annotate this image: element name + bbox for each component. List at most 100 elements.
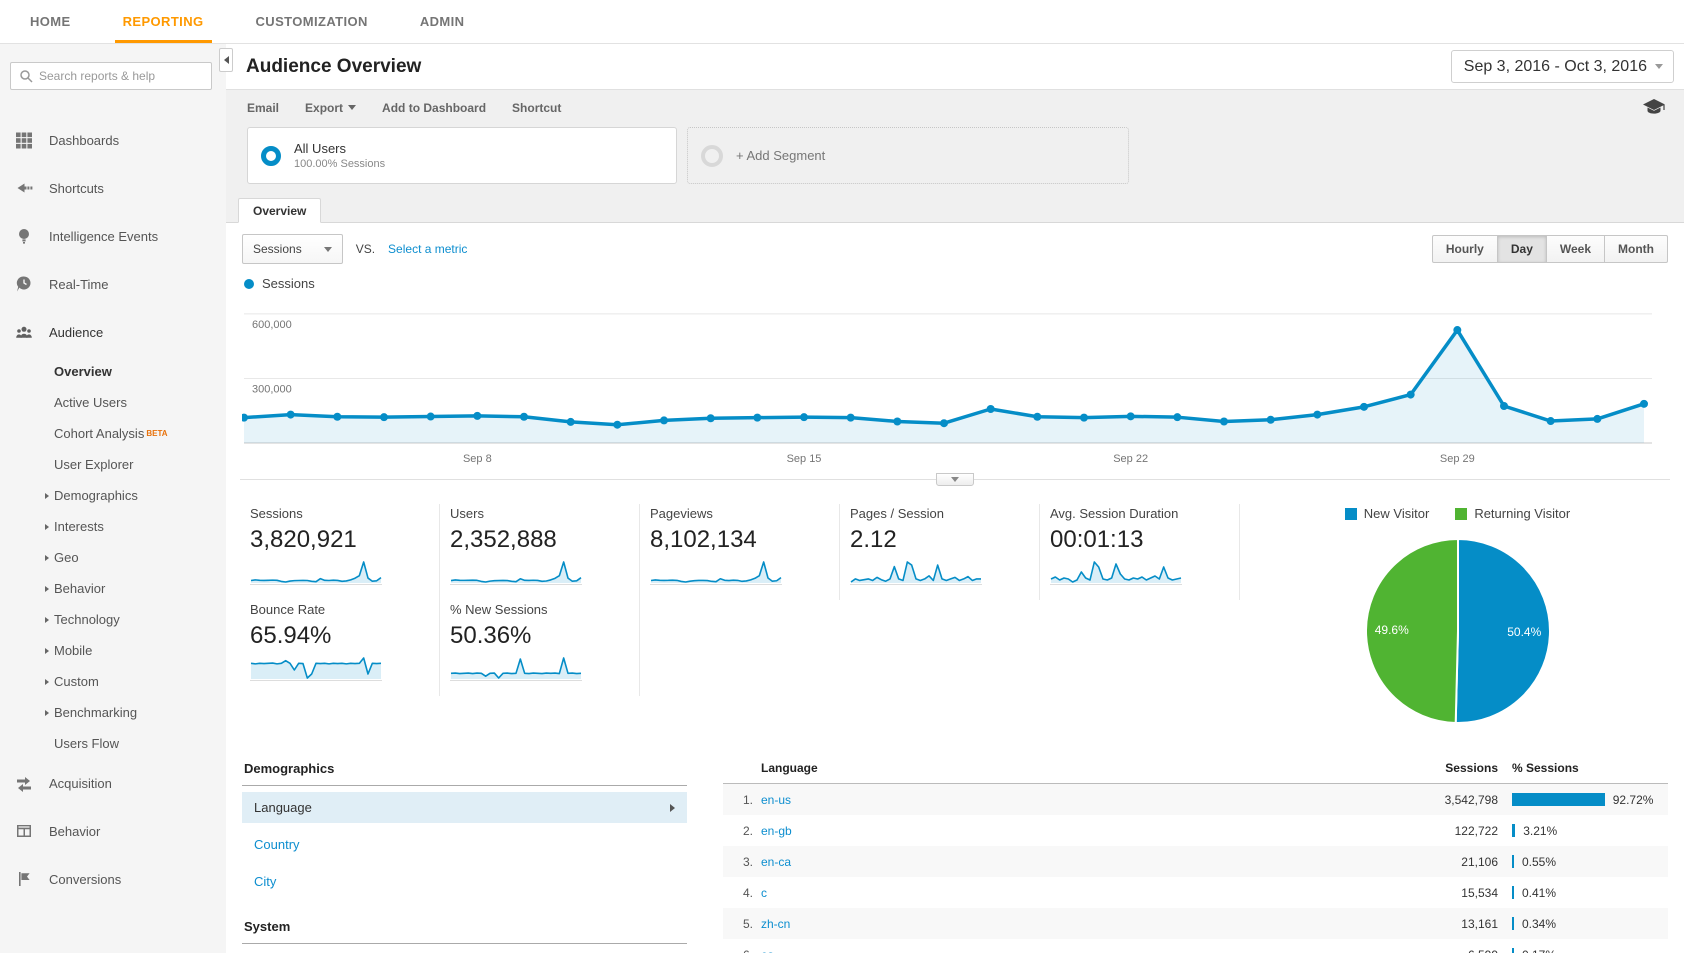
toolbar-add-to-dashboard-button[interactable]: Add to Dashboard [382, 101, 486, 115]
date-range-selector[interactable]: Sep 3, 2016 - Oct 3, 2016 [1450, 50, 1674, 83]
sidebar-item-behavior[interactable]: Behavior [0, 573, 226, 604]
data-point-sep-30[interactable] [1500, 401, 1508, 410]
language-table-header: Language Sessions % Sessions [723, 761, 1668, 784]
data-point-oct-3[interactable] [1640, 399, 1648, 408]
nav-tab-reporting[interactable]: REPORTING [114, 0, 212, 43]
data-point-sep-25[interactable] [1266, 415, 1275, 424]
data-point-oct-2[interactable] [1593, 414, 1602, 423]
data-point-sep-11[interactable] [613, 420, 622, 429]
sidebar-item-conversions[interactable]: Conversions [0, 855, 226, 903]
scorecard-sessions[interactable]: Sessions 3,820,921 [240, 504, 440, 600]
data-point-sep-24[interactable] [1220, 417, 1228, 426]
report-search-box[interactable] [10, 62, 212, 90]
sidebar-item-behavior[interactable]: Behavior [0, 807, 226, 855]
vs-label: vs. [355, 242, 376, 256]
demographics-rows: Language Country City [242, 792, 687, 897]
data-point-sep-18[interactable] [940, 419, 948, 428]
data-point-sep-26[interactable] [1313, 410, 1322, 419]
sidebar-item-dashboards[interactable]: Dashboards [0, 116, 226, 164]
sidebar-item-cohort-analysis[interactable]: Cohort Analysis BETA [0, 418, 226, 449]
search-input[interactable] [39, 69, 203, 83]
granularity-month-button[interactable]: Month [1605, 235, 1668, 263]
granularity-day-button[interactable]: Day [1497, 235, 1547, 263]
sidebar-item-users-flow[interactable]: Users Flow [0, 728, 226, 759]
sidebar-item-user-explorer[interactable]: User Explorer [0, 449, 226, 480]
education-cap-icon[interactable] [1642, 98, 1666, 121]
sidebar-item-geo[interactable]: Geo [0, 542, 226, 573]
sidebar-item-custom[interactable]: Custom [0, 666, 226, 697]
data-point-sep-7[interactable] [426, 412, 435, 421]
svg-text:600,000: 600,000 [252, 319, 292, 331]
sidebar-collapse-button[interactable] [219, 48, 233, 72]
data-point-sep-23[interactable] [1173, 413, 1182, 422]
toolbar-export-button[interactable]: Export [305, 101, 357, 115]
language-link[interactable]: en-ca [761, 855, 791, 869]
metric-select-dropdown[interactable]: Sessions [242, 234, 343, 264]
nav-tab-customization[interactable]: CUSTOMIZATION [256, 0, 368, 43]
sidebar-item-real-time[interactable]: Real-Time [0, 260, 226, 308]
scorecard-pages-session[interactable]: Pages / Session 2.12 [840, 504, 1040, 600]
sparkline-chart [250, 657, 382, 679]
dimension-label: Language [254, 800, 312, 815]
data-point-sep-29[interactable] [1453, 326, 1462, 335]
dimension-row-language[interactable]: Language [242, 792, 687, 823]
tab-overview[interactable]: Overview [238, 198, 322, 223]
nav-tab-admin[interactable]: ADMIN [420, 0, 465, 43]
dimension-row-country[interactable]: Country [242, 829, 687, 860]
sidebar-item-intelligence-events[interactable]: Intelligence Events [0, 212, 226, 260]
sidebar-item-technology[interactable]: Technology [0, 604, 226, 635]
data-point-oct-1[interactable] [1546, 417, 1555, 426]
language-link[interactable]: en-gb [761, 824, 792, 838]
language-link[interactable]: es [761, 948, 774, 953]
language-link[interactable]: c [761, 886, 767, 900]
dimension-picker-panel: Demographics Language Country City System … [242, 761, 687, 953]
data-point-sep-19[interactable] [986, 405, 995, 414]
scorecard-users[interactable]: Users 2,352,888 [440, 504, 640, 600]
scorecard-pageviews[interactable]: Pageviews 8,102,134 [640, 504, 840, 600]
segment-all-users[interactable]: All Users 100.00% Sessions [247, 127, 677, 184]
data-point-sep-17[interactable] [893, 417, 902, 426]
sidebar-item-benchmarking[interactable]: Benchmarking [0, 697, 226, 728]
language-link[interactable]: en-us [761, 793, 791, 807]
scorecard-bounce-rate[interactable]: Bounce Rate 65.94% [240, 600, 440, 696]
sidebar-item-audience[interactable]: Audience [0, 308, 226, 356]
nav-tab-home[interactable]: HOME [30, 0, 71, 43]
data-point-sep-20[interactable] [1033, 412, 1042, 421]
sidebar-item-shortcuts[interactable]: Shortcuts [0, 164, 226, 212]
granularity-week-button[interactable]: Week [1546, 235, 1606, 263]
expand-arrow-icon [45, 585, 49, 592]
data-point-sep-14[interactable] [753, 413, 762, 422]
sidebar-item-acquisition[interactable]: Acquisition [0, 759, 226, 807]
data-point-sep-21[interactable] [1080, 413, 1088, 422]
sidebar-item-overview[interactable]: Overview [0, 356, 226, 387]
data-point-sep-4[interactable] [286, 410, 295, 419]
scorecard-sparkline [450, 558, 582, 585]
data-point-sep-16[interactable] [846, 413, 855, 422]
scorecard-avg-session-duration[interactable]: Avg. Session Duration 00:01:13 [1040, 504, 1240, 600]
data-point-sep-5[interactable] [333, 412, 342, 421]
chart-collapse-button[interactable] [936, 473, 974, 486]
sidebar-item-demographics[interactable]: Demographics [0, 480, 226, 511]
sidebar-item-interests[interactable]: Interests [0, 511, 226, 542]
data-point-sep-22[interactable] [1126, 412, 1135, 421]
data-point-sep-9[interactable] [520, 412, 528, 421]
sidebar-item-mobile[interactable]: Mobile [0, 635, 226, 666]
behavior-icon [15, 822, 33, 840]
toolbar-email-button[interactable]: Email [247, 101, 279, 115]
data-point-sep-28[interactable] [1406, 390, 1415, 399]
language-link[interactable]: zh-cn [761, 917, 790, 931]
sidebar-item-active-users[interactable]: Active Users [0, 387, 226, 418]
dimension-row-city[interactable]: City [242, 866, 687, 897]
data-point-sep-8[interactable] [473, 411, 482, 420]
data-point-sep-13[interactable] [706, 414, 715, 423]
data-point-sep-12[interactable] [660, 416, 668, 425]
data-point-sep-6[interactable] [380, 413, 388, 422]
add-segment-button[interactable]: + Add Segment [687, 127, 1129, 184]
data-point-sep-27[interactable] [1360, 402, 1368, 411]
granularity-hourly-button[interactable]: Hourly [1431, 235, 1498, 263]
scorecard-new-sessions[interactable]: % New Sessions 50.36% [440, 600, 640, 696]
toolbar-shortcut-button[interactable]: Shortcut [512, 101, 561, 115]
data-point-sep-15[interactable] [800, 413, 808, 422]
data-point-sep-10[interactable] [566, 417, 575, 426]
select-metric-link[interactable]: Select a metric [388, 242, 467, 256]
